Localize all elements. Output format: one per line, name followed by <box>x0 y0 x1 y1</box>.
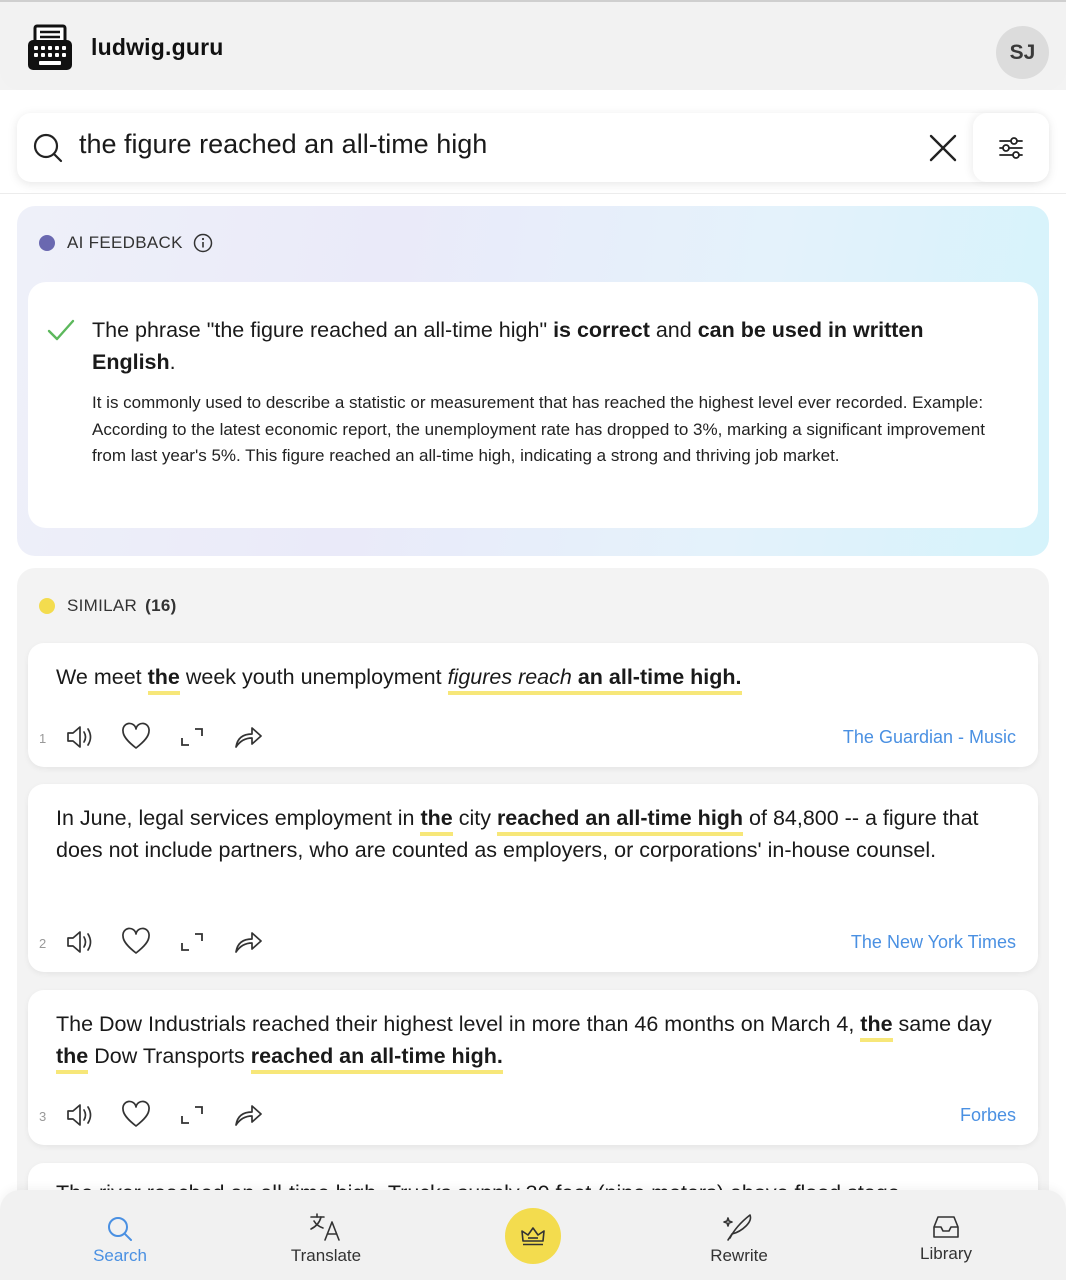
share-icon[interactable] <box>232 1099 264 1131</box>
typewriter-logo-icon[interactable] <box>26 24 74 72</box>
translate-icon <box>310 1213 340 1241</box>
search-input[interactable] <box>79 129 899 160</box>
similar-heading: SIMILAR (16) <box>39 596 177 616</box>
result-card[interactable]: We meet the week youth unemployment figu… <box>28 643 1038 767</box>
source-link[interactable]: Forbes <box>960 1105 1016 1126</box>
share-icon[interactable] <box>232 721 264 753</box>
rewrite-icon <box>723 1214 752 1241</box>
result-sentence[interactable]: We meet the week youth unemployment figu… <box>56 661 1006 695</box>
sliders-icon <box>999 136 1023 159</box>
result-card[interactable]: The Dow Industrials reached their highes… <box>28 990 1038 1145</box>
similar-title: SIMILAR <box>67 596 138 615</box>
share-icon[interactable] <box>232 926 264 958</box>
result-card[interactable]: In June, legal services employment in th… <box>28 784 1038 972</box>
nav-label: Rewrite <box>710 1246 768 1265</box>
ai-feedback-heading: AI FEEDBACK <box>39 233 213 253</box>
similar-section: SIMILAR (16) We meet the week youth unem… <box>17 568 1049 1280</box>
ai-verdict: The phrase "the figure reached an all-ti… <box>92 318 924 374</box>
ai-explanation: It is commonly used to describe a statis… <box>92 393 985 465</box>
search-icon <box>33 133 63 163</box>
source-link[interactable]: The New York Times <box>851 932 1016 953</box>
result-sentence[interactable]: In June, legal services employment in th… <box>56 802 1006 866</box>
nav-rewrite[interactable]: Rewrite <box>679 1190 799 1280</box>
similar-dot <box>39 598 55 614</box>
heart-icon[interactable] <box>120 1099 152 1131</box>
nav-label: Translate <box>290 1246 362 1265</box>
result-index: 3 <box>39 1109 47 1124</box>
info-icon[interactable] <box>193 233 213 253</box>
ai-feedback-title: AI FEEDBACK <box>67 233 183 252</box>
expand-icon[interactable] <box>176 926 208 958</box>
nav-library[interactable]: Library <box>886 1190 1006 1280</box>
bottom-nav: Search Translate Rewrite Library <box>0 1190 1066 1280</box>
nav-label: Search <box>93 1246 147 1265</box>
similar-count: (16) <box>145 596 177 615</box>
inbox-icon <box>933 1216 959 1238</box>
result-index: 1 <box>39 731 47 746</box>
nav-translate[interactable]: Translate <box>266 1190 386 1280</box>
source-link[interactable]: The Guardian - Music <box>843 727 1016 748</box>
expand-icon[interactable] <box>176 1099 208 1131</box>
result-sentence[interactable]: The Dow Industrials reached their highes… <box>56 1008 1006 1074</box>
expand-icon[interactable] <box>176 721 208 753</box>
speaker-icon[interactable] <box>64 926 96 958</box>
premium-button[interactable] <box>505 1208 561 1264</box>
speaker-icon[interactable] <box>64 1099 96 1131</box>
crown-icon <box>521 1227 545 1246</box>
result-index: 2 <box>39 936 47 951</box>
filter-button[interactable] <box>973 113 1049 182</box>
ai-feedback-section: AI FEEDBACK The phrase "the figure reach… <box>17 206 1049 556</box>
app-header: ludwig.guru SJ <box>0 2 1066 90</box>
heart-icon[interactable] <box>120 926 152 958</box>
heart-icon[interactable] <box>120 721 152 753</box>
divider <box>0 193 1066 194</box>
speaker-icon[interactable] <box>64 721 96 753</box>
search-icon <box>108 1217 132 1241</box>
close-icon[interactable] <box>927 132 959 164</box>
check-icon <box>47 319 75 341</box>
nav-search[interactable]: Search <box>60 1190 180 1280</box>
ai-feedback-card: The phrase "the figure reached an all-ti… <box>28 282 1038 528</box>
search-bar <box>17 113 1049 182</box>
nav-label: Library <box>920 1244 972 1263</box>
brand-name[interactable]: ludwig.guru <box>91 34 224 61</box>
user-avatar[interactable]: SJ <box>996 26 1049 79</box>
ai-dot <box>39 235 55 251</box>
